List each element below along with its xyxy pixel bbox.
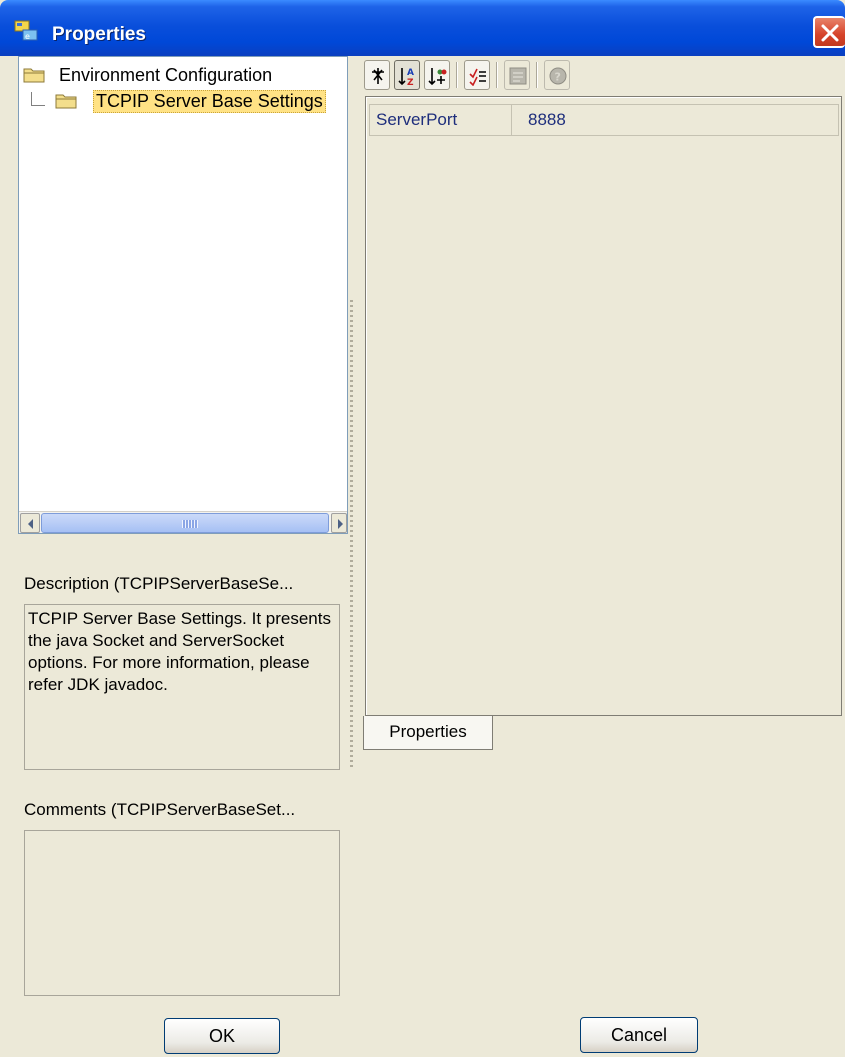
show-descriptions-icon [469,68,486,86]
property-name: ServerPort [370,105,512,135]
scroll-right-button[interactable] [331,513,347,533]
chevron-right-icon [338,519,343,529]
tab-properties[interactable]: Properties [363,716,493,750]
sort-alphabetical-button[interactable]: A Z [394,60,420,90]
tree-item-tcpip-server-base-settings[interactable]: TCPIP Server Base Settings [55,89,326,113]
scrollbar-thumb[interactable] [41,513,329,533]
chevron-left-icon [28,519,33,529]
sort-by-category-button[interactable] [424,60,450,90]
close-button[interactable] [813,16,845,48]
svg-text:A: A [407,68,414,78]
scrollbar-grip [182,520,198,528]
comments-label: Comments (TCPIPServerBaseSet... [24,800,296,819]
show-descriptions-button[interactable] [464,60,490,90]
property-pages-icon [509,67,527,85]
cancel-button[interactable]: Cancel [580,1017,698,1053]
comments-textarea[interactable] [24,830,340,996]
svg-text:Z: Z [407,78,414,86]
description-label: Description (TCPIPServerBaseSe... [24,574,294,593]
scroll-left-button[interactable] [20,513,40,533]
folder-open-icon [23,66,47,84]
property-sheet[interactable]: ServerPort 8888 [365,96,842,716]
close-icon [821,24,839,42]
horizontal-scrollbar[interactable] [19,511,347,533]
property-value-field[interactable]: 8888 [516,105,566,135]
tree-item-label: Environment Configuration [59,64,273,85]
toolbar-separator [496,62,498,88]
sort-by-category-icon [428,68,447,86]
tree-item-label-selected: TCPIP Server Base Settings [93,89,326,113]
title-bar[interactable]: e Properties [0,0,845,56]
tree-panel[interactable]: Environment Configuration TCPIP Server B… [18,56,348,534]
sort-alphabetical-icon: A Z [398,68,414,86]
property-row-serverport[interactable]: ServerPort 8888 [369,104,839,136]
unsorted-button[interactable] [364,60,390,90]
tree-connector-line [31,92,45,106]
panel-splitter[interactable] [350,300,353,770]
tree-item-environment-configuration[interactable]: Environment Configuration [23,63,272,87]
help-icon: ? [549,67,567,85]
svg-text:?: ? [555,71,561,84]
description-text: TCPIP Server Base Settings. It presents … [24,604,340,770]
window-title: Properties [52,24,146,45]
toolbar-separator [536,62,538,88]
properties-app-icon: e [14,20,40,42]
property-pages-button[interactable] [504,60,530,90]
sort-unsorted-icon [372,68,384,84]
help-button[interactable]: ? [544,60,570,90]
svg-text:e: e [25,32,30,41]
folder-icon [55,92,79,110]
toolbar-separator [456,62,458,88]
ok-button[interactable]: OK [164,1018,280,1054]
